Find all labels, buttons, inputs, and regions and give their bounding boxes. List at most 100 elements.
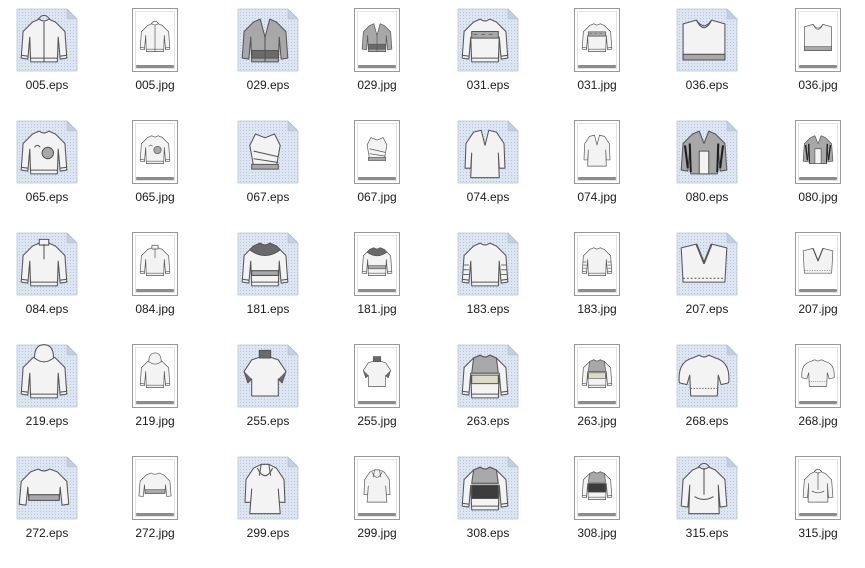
file-item[interactable]: 084.jpg — [105, 232, 205, 344]
jpg-thumbnail-icon[interactable] — [547, 8, 647, 72]
eps-file-icon[interactable] — [0, 232, 97, 296]
file-item[interactable]: 183.jpg — [547, 232, 647, 344]
eps-file-icon[interactable] — [657, 8, 757, 72]
file-item[interactable]: 065.jpg — [105, 120, 205, 232]
jpg-thumbnail-icon[interactable] — [547, 456, 647, 520]
file-item[interactable]: 084.eps — [0, 232, 97, 344]
jpg-thumbnail-icon[interactable] — [105, 232, 205, 296]
file-name-label: 029.jpg — [357, 78, 397, 92]
file-item[interactable]: 029.eps — [218, 8, 318, 120]
eps-file-icon[interactable] — [218, 344, 318, 408]
eps-file-icon[interactable] — [657, 120, 757, 184]
eps-file-icon[interactable] — [218, 232, 318, 296]
eps-file-icon[interactable] — [657, 456, 757, 520]
jpg-thumbnail-icon[interactable] — [327, 120, 427, 184]
file-item[interactable]: 183.eps — [438, 232, 538, 344]
jpg-thumbnail-icon[interactable] — [547, 232, 647, 296]
file-name-label: 084.eps — [25, 302, 69, 316]
file-name-label: 263.eps — [466, 414, 510, 428]
file-item[interactable]: 308.eps — [438, 456, 538, 568]
file-name-label: 080.jpg — [798, 190, 838, 204]
eps-file-icon[interactable] — [438, 456, 538, 520]
file-item[interactable]: 067.eps — [218, 120, 318, 232]
file-name-label: 065.jpg — [135, 190, 175, 204]
file-item[interactable]: 074.eps — [438, 120, 538, 232]
eps-file-icon[interactable] — [218, 8, 318, 72]
file-item[interactable]: 272.jpg — [105, 456, 205, 568]
file-name-label: 315.jpg — [798, 526, 838, 540]
eps-file-icon[interactable] — [0, 8, 97, 72]
jpg-thumbnail-icon[interactable] — [768, 120, 865, 184]
file-item[interactable]: 255.jpg — [327, 344, 427, 456]
file-item[interactable]: 272.eps — [0, 456, 97, 568]
eps-file-icon[interactable] — [657, 232, 757, 296]
file-item[interactable]: 005.eps — [0, 8, 97, 120]
eps-file-icon[interactable] — [438, 232, 538, 296]
file-item[interactable]: 299.jpg — [327, 456, 427, 568]
file-item[interactable]: 299.eps — [218, 456, 318, 568]
file-name-label: 308.eps — [466, 526, 510, 540]
jpg-thumbnail-icon[interactable] — [105, 344, 205, 408]
file-item[interactable]: 219.jpg — [105, 344, 205, 456]
file-name-label: 181.jpg — [357, 302, 397, 316]
file-name-label: 268.eps — [685, 414, 729, 428]
file-name-label: 183.jpg — [577, 302, 617, 316]
file-name-label: 183.eps — [466, 302, 510, 316]
file-item[interactable]: 080.eps — [657, 120, 757, 232]
file-item[interactable]: 005.jpg — [105, 8, 205, 120]
jpg-thumbnail-icon[interactable] — [768, 8, 865, 72]
jpg-thumbnail-icon[interactable] — [327, 456, 427, 520]
file-name-label: 005.eps — [25, 78, 69, 92]
file-item[interactable]: 036.jpg — [768, 8, 865, 120]
jpg-thumbnail-icon[interactable] — [327, 8, 427, 72]
file-name-label: 272.eps — [25, 526, 69, 540]
file-name-label: 255.jpg — [357, 414, 397, 428]
file-name-label: 031.jpg — [577, 78, 617, 92]
eps-file-icon[interactable] — [218, 120, 318, 184]
file-item[interactable]: 263.jpg — [547, 344, 647, 456]
jpg-thumbnail-icon[interactable] — [768, 344, 865, 408]
file-item[interactable]: 207.jpg — [768, 232, 865, 344]
jpg-thumbnail-icon[interactable] — [768, 232, 865, 296]
jpg-thumbnail-icon[interactable] — [105, 8, 205, 72]
jpg-thumbnail-icon[interactable] — [327, 344, 427, 408]
file-item[interactable]: 308.jpg — [547, 456, 647, 568]
file-item[interactable]: 181.jpg — [327, 232, 427, 344]
file-item[interactable]: 263.eps — [438, 344, 538, 456]
file-item[interactable]: 067.jpg — [327, 120, 427, 232]
eps-file-icon[interactable] — [438, 344, 538, 408]
file-item[interactable]: 315.eps — [657, 456, 757, 568]
eps-file-icon[interactable] — [438, 8, 538, 72]
file-item[interactable]: 268.jpg — [768, 344, 865, 456]
file-name-label: 036.jpg — [798, 78, 838, 92]
file-item[interactable]: 207.eps — [657, 232, 757, 344]
file-item[interactable]: 029.jpg — [327, 8, 427, 120]
file-name-label: 207.eps — [685, 302, 729, 316]
eps-file-icon[interactable] — [657, 344, 757, 408]
file-name-label: 067.jpg — [357, 190, 397, 204]
file-item[interactable]: 031.jpg — [547, 8, 647, 120]
jpg-thumbnail-icon[interactable] — [768, 456, 865, 520]
file-name-label: 299.jpg — [357, 526, 397, 540]
jpg-thumbnail-icon[interactable] — [105, 456, 205, 520]
file-item[interactable]: 181.eps — [218, 232, 318, 344]
file-item[interactable]: 036.eps — [657, 8, 757, 120]
file-item[interactable]: 219.eps — [0, 344, 97, 456]
jpg-thumbnail-icon[interactable] — [327, 232, 427, 296]
file-item[interactable]: 065.eps — [0, 120, 97, 232]
eps-file-icon[interactable] — [0, 344, 97, 408]
jpg-thumbnail-icon[interactable] — [547, 344, 647, 408]
file-item[interactable]: 268.eps — [657, 344, 757, 456]
eps-file-icon[interactable] — [218, 456, 318, 520]
eps-file-icon[interactable] — [0, 120, 97, 184]
jpg-thumbnail-icon[interactable] — [105, 120, 205, 184]
eps-file-icon[interactable] — [438, 120, 538, 184]
file-item[interactable]: 315.jpg — [768, 456, 865, 568]
jpg-thumbnail-icon[interactable] — [547, 120, 647, 184]
file-name-label: 067.eps — [246, 190, 290, 204]
eps-file-icon[interactable] — [0, 456, 97, 520]
file-item[interactable]: 031.eps — [438, 8, 538, 120]
file-item[interactable]: 074.jpg — [547, 120, 647, 232]
file-item[interactable]: 080.jpg — [768, 120, 865, 232]
file-item[interactable]: 255.eps — [218, 344, 318, 456]
